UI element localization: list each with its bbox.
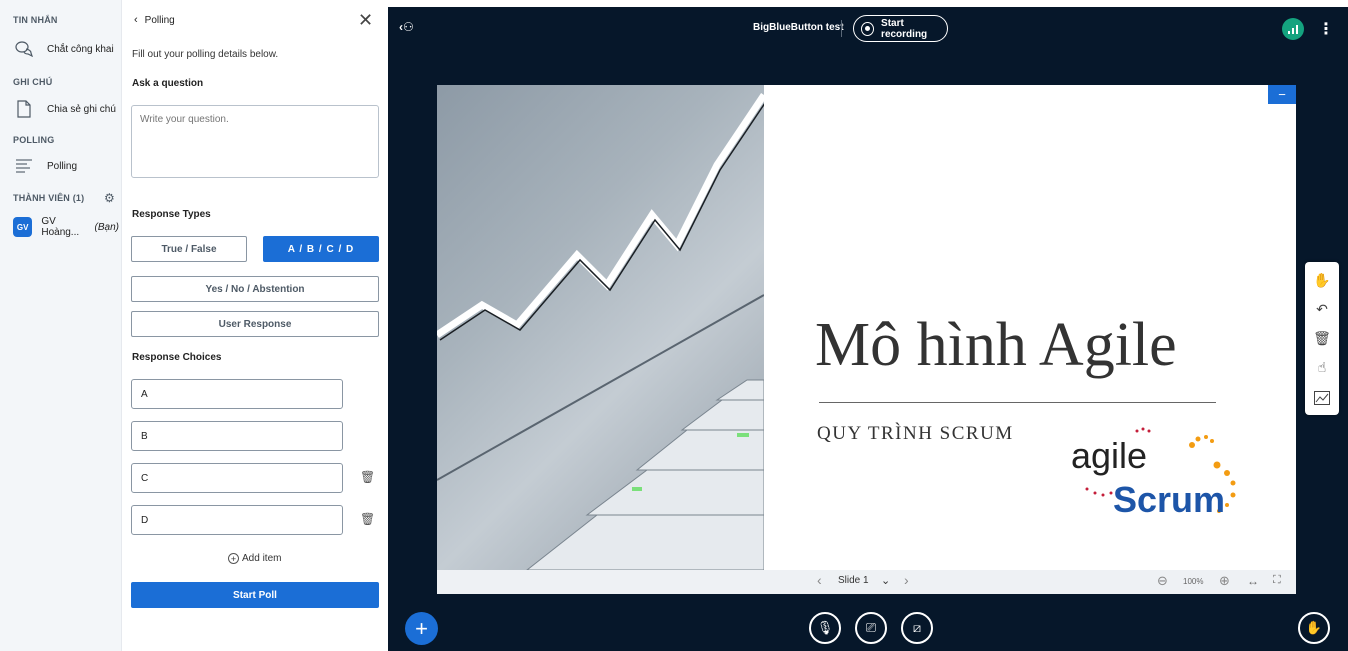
presentation-stage: ‹⚇ BigBlueButton test Start recording ⋮ (388, 7, 1348, 651)
slide-subtitle: QUY TRÌNH SCRUM (817, 423, 1014, 444)
question-heading: Ask a question (132, 78, 204, 89)
start-recording-button[interactable]: Start recording (853, 15, 948, 42)
public-chat-item[interactable]: Chắt công khai (13, 36, 119, 62)
minimize-presentation-button[interactable]: − (1268, 85, 1296, 104)
chevron-left-icon: ‹ (134, 14, 138, 26)
close-icon[interactable]: ✕ (358, 10, 373, 31)
choice-input[interactable]: B (131, 421, 343, 451)
agile-scrum-logo: agile Scrum (1067, 425, 1247, 530)
hand-tool-icon[interactable]: ✋ (1305, 266, 1339, 294)
logo-agile-text: agile (1071, 435, 1148, 476)
add-item-label: Add item (242, 553, 282, 564)
slide-title: Mô hình Agile (815, 311, 1177, 379)
presentation-slide: Mô hình Agile QUY TRÌNH SCRUM agile Scru… (437, 85, 1296, 570)
response-choices-heading: Response Choices (132, 352, 222, 363)
true-false-button[interactable]: True / False (131, 236, 247, 262)
question-input[interactable] (131, 105, 379, 178)
user-response-button[interactable]: User Response (131, 311, 379, 337)
user-name: GV Hoàng... (41, 216, 80, 238)
shared-notes-item[interactable]: Chia sẻ ghi chú (13, 96, 119, 122)
trash-icon[interactable]: 🗑 (360, 512, 375, 526)
avatar: GV (13, 217, 33, 237)
start-poll-button[interactable]: Start Poll (131, 582, 379, 608)
messages-section-header: TIN NHẮN (13, 15, 58, 25)
slide-select[interactable]: Slide 1 (838, 575, 869, 586)
choice-input[interactable]: D (131, 505, 343, 535)
choice-input[interactable]: A (131, 379, 343, 409)
whiteboard-toolbar: ✋ ↶ 🗑 ☝ (1305, 262, 1339, 415)
poll-back-link[interactable]: ‹ Polling (134, 14, 175, 26)
document-icon (13, 98, 35, 120)
polling-label: Polling (47, 160, 78, 172)
raise-hand-icon[interactable]: ✋ (1298, 612, 1330, 644)
add-item-button[interactable]: + Add item (228, 553, 281, 564)
zoom-level: 100% (1183, 577, 1204, 586)
response-types-heading: Response Types (132, 209, 211, 220)
fit-width-icon[interactable]: ↔ (1247, 574, 1259, 588)
record-label: Start recording (881, 17, 928, 40)
actions-plus-button[interactable]: + (405, 612, 438, 645)
trash-icon[interactable]: 🗑 (1305, 324, 1339, 352)
divider (841, 20, 842, 37)
poll-intro: Fill out your polling details below. (132, 49, 279, 60)
meeting-title: BigBlueButton test (753, 22, 844, 33)
polling-section-header: POLLING (13, 135, 55, 145)
plus-circle-icon: + (228, 553, 239, 564)
yes-no-abstention-button[interactable]: Yes / No / Abstention (131, 276, 379, 302)
public-chat-label: Chắt công khai (47, 43, 114, 55)
poll-panel-title: Polling (144, 14, 175, 26)
chart-icon[interactable] (1305, 384, 1339, 412)
record-icon (861, 21, 875, 36)
notes-section-header: GHI CHÚ (13, 77, 53, 87)
abcd-button[interactable]: A / B / C / D (263, 236, 379, 262)
slide-photo-stairs (437, 85, 764, 570)
next-slide-icon[interactable]: › (904, 572, 909, 588)
user-list-item[interactable]: GV GV Hoàng... (Bạn) (13, 214, 119, 240)
options-menu-icon[interactable]: ⋮ (1318, 19, 1334, 39)
user-you-tag: (Bạn) (94, 221, 119, 233)
mute-icon[interactable]: 🎙 (809, 612, 841, 644)
screen-share-icon[interactable]: ⧄ (901, 612, 933, 644)
gear-icon[interactable]: ⚙ (104, 191, 115, 205)
connection-status-icon[interactable] (1282, 18, 1304, 40)
multi-user-icon[interactable]: ☝ (1305, 353, 1339, 381)
zoom-out-icon[interactable]: ⊖ (1157, 573, 1168, 589)
logo-scrum-text: Scrum (1113, 479, 1226, 520)
previous-slide-icon[interactable]: ‹ (817, 572, 822, 588)
choice-input[interactable]: C (131, 463, 343, 493)
poll-panel: ‹ Polling ✕ Fill out your polling detail… (121, 0, 388, 651)
navigation-sidebar: TIN NHẮN Chắt công khai GHI CHÚ Chia sẻ … (0, 0, 121, 651)
list-icon (13, 155, 35, 177)
slide-divider (819, 402, 1216, 403)
zoom-in-icon[interactable]: ⊕ (1219, 573, 1230, 589)
slide-controls-bar: ‹ Slide 1 ⌄ › ⊖ 100% ⊕ ↔ ⛶ (437, 570, 1296, 594)
users-toggle-icon[interactable]: ‹⚇ (399, 20, 414, 34)
polling-item[interactable]: Polling (13, 153, 119, 179)
users-section-header: THÀNH VIÊN (1) (13, 193, 85, 203)
shared-notes-label: Chia sẻ ghi chú (47, 103, 116, 115)
trash-icon[interactable]: 🗑 (360, 470, 375, 484)
chat-icon (13, 38, 35, 60)
chevron-down-icon[interactable]: ⌄ (881, 574, 890, 587)
video-off-icon[interactable]: ⎚ (855, 612, 887, 644)
undo-icon[interactable]: ↶ (1305, 295, 1339, 323)
fullscreen-icon[interactable]: ⛶ (1273, 574, 1281, 587)
